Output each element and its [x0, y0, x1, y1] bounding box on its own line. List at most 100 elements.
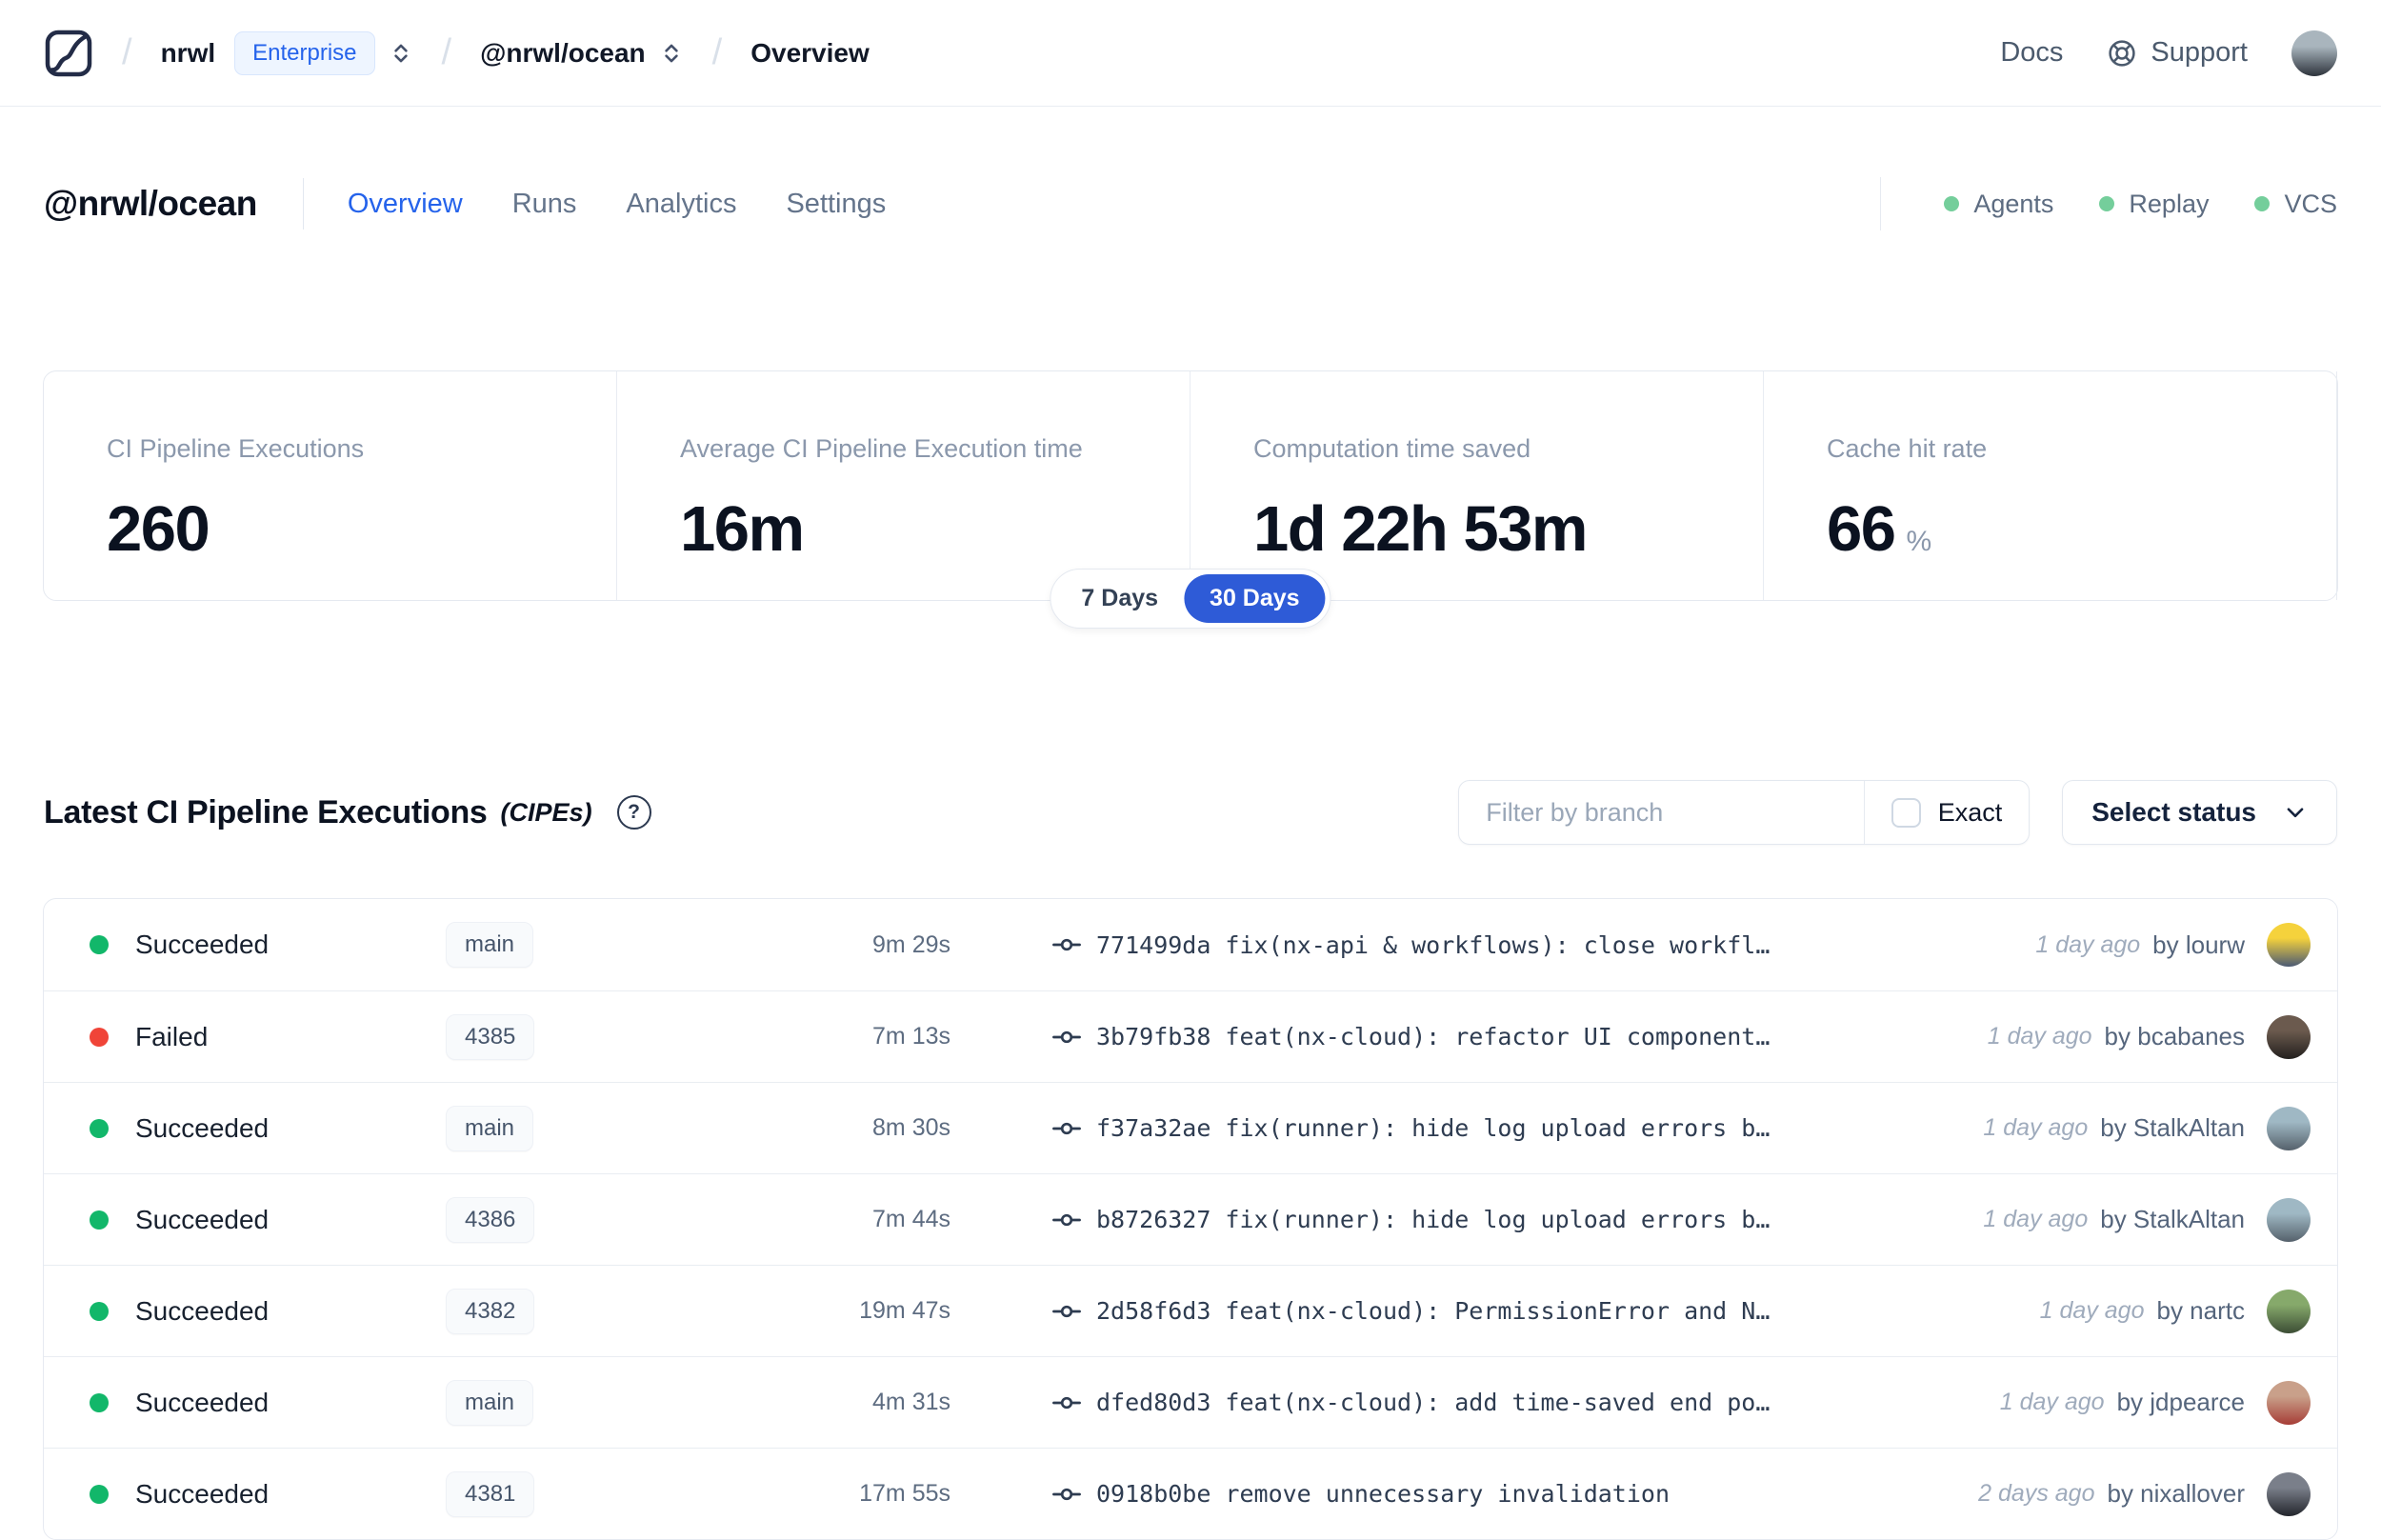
branch-cell: 4385: [425, 1013, 710, 1060]
author-avatar: [2267, 1471, 2311, 1516]
meta-cell: 1 day ago by lourw: [2035, 923, 2311, 967]
git-commit-icon: [1052, 1488, 1081, 1500]
branch-cell: 4382: [425, 1288, 710, 1334]
integration-status-list: Agents Replay VCS: [1944, 190, 2337, 219]
status-label: Succeeded: [135, 930, 270, 959]
cipe-row[interactable]: Failed 4385 7m 13s 3b79fb38 feat(nx-clou…: [44, 990, 2337, 1082]
commit-sha: 2d58f6d3: [1096, 1297, 1211, 1325]
author-avatar: [2267, 1106, 2311, 1150]
integration-label: Agents: [1973, 189, 2054, 218]
meta-cell: 1 day ago by bcabanes: [1988, 1014, 2311, 1059]
time-ago: 1 day ago: [2035, 930, 2141, 958]
help-icon[interactable]: ?: [616, 795, 651, 830]
commit-sha: 771499da: [1096, 930, 1211, 959]
branch-chip[interactable]: main: [446, 1105, 534, 1151]
docs-link[interactable]: Docs: [2000, 37, 2063, 69]
org-name[interactable]: nrwl: [161, 38, 216, 69]
range-7-days[interactable]: 7 Days: [1055, 574, 1184, 623]
stat-cards: CI Pipeline Executions 260 Average CI Pi…: [43, 370, 2338, 629]
integration-vcs[interactable]: VCS: [2254, 190, 2337, 219]
user-avatar[interactable]: [2291, 30, 2337, 76]
author-avatar: [2267, 1380, 2311, 1425]
workspace-title: @nrwl/ocean: [44, 184, 257, 223]
commit-message: remove unnecessary invalidation: [1225, 1480, 1671, 1508]
breadcrumb-separator: /: [441, 32, 452, 72]
commit-message: feat(nx-cloud): refactor UI component…: [1225, 1023, 1771, 1050]
cipe-row[interactable]: Succeeded main 9m 29s 771499da fix(nx-ap…: [44, 899, 2337, 990]
commit-message: fix(runner): hide log upload errors b…: [1225, 1114, 1771, 1142]
nx-logo[interactable]: [44, 29, 93, 78]
duration: 4m 31s: [872, 1389, 950, 1415]
stat-value: 260: [107, 493, 210, 565]
workspace-header-left: @nrwl/ocean Overview Runs Analytics Sett…: [44, 178, 886, 230]
stat-value: 66: [1827, 493, 1896, 565]
exact-checkbox[interactable]: [1891, 797, 1921, 828]
author: by nartc: [2156, 1296, 2246, 1325]
stat-card-computation-time-saved: Computation time saved 1d 22h 53m: [1190, 371, 1764, 600]
date-range-toggle: 7 Days 30 Days: [1050, 569, 1331, 629]
status-label: Failed: [135, 1021, 209, 1051]
status-select[interactable]: Select status: [2062, 780, 2337, 845]
breadcrumb-separator: /: [122, 32, 132, 72]
tab-analytics[interactable]: Analytics: [626, 189, 736, 220]
commit-sha: f37a32ae: [1096, 1114, 1211, 1142]
cipe-row[interactable]: Succeeded main 4m 31s dfed80d3 feat(nx-c…: [44, 1356, 2337, 1448]
integration-agents[interactable]: Agents: [1944, 190, 2053, 219]
section-title-suffix: (CIPEs): [500, 797, 592, 827]
tab-runs[interactable]: Runs: [512, 189, 577, 220]
cipe-row[interactable]: Succeeded 4381 17m 55s 0918b0be remove u…: [44, 1448, 2337, 1539]
git-commit-icon: [1052, 1213, 1081, 1226]
meta-cell: 2 days ago by nixallover: [1978, 1471, 2311, 1516]
tab-overview[interactable]: Overview: [348, 189, 463, 220]
commit-cell: 3b79fb38 feat(nx-cloud): refactor UI com…: [1051, 1022, 1950, 1052]
page-crumb: Overview: [750, 37, 870, 68]
cipe-controls: Exact Select status: [1458, 780, 2337, 845]
branch-cell: 4381: [425, 1470, 710, 1517]
duration: 17m 55s: [859, 1480, 950, 1507]
section-title: Latest CI Pipeline Executions: [44, 793, 488, 830]
cipe-row[interactable]: Succeeded 4382 19m 47s 2d58f6d3 feat(nx-…: [44, 1265, 2337, 1356]
time-ago: 2 days ago: [1978, 1480, 2095, 1507]
support-link[interactable]: Support: [2107, 37, 2248, 69]
workspace-name[interactable]: @nrwl/ocean: [480, 38, 646, 69]
duration: 7m 44s: [872, 1206, 950, 1232]
commit-cell: 771499da fix(nx-api & workflows): close …: [1051, 930, 1997, 960]
cipe-row[interactable]: Succeeded main 8m 30s f37a32ae fix(runne…: [44, 1082, 2337, 1173]
status-cell: Succeeded: [90, 1113, 425, 1144]
status-label: Succeeded: [135, 1204, 270, 1234]
branch-chip[interactable]: main: [446, 1379, 534, 1426]
status-cell: Succeeded: [90, 1388, 425, 1418]
branch-chip[interactable]: 4381: [446, 1470, 535, 1517]
commit-message: feat(nx-cloud): add time-saved end po…: [1225, 1389, 1771, 1416]
stat-label: Cache hit rate: [1827, 434, 1988, 463]
branch-chip[interactable]: main: [446, 922, 534, 968]
integration-replay[interactable]: Replay: [2099, 190, 2209, 219]
tab-settings[interactable]: Settings: [786, 189, 886, 220]
commit-cell: b8726327 fix(runner): hide log upload er…: [1051, 1205, 1945, 1235]
meta-cell: 1 day ago by StalkAltan: [1983, 1106, 2311, 1150]
branch-chip[interactable]: 4386: [446, 1196, 535, 1243]
org-unfold-icon[interactable]: [389, 41, 413, 66]
support-label: Support: [2151, 37, 2248, 68]
commit-cell: 2d58f6d3 feat(nx-cloud): PermissionError…: [1051, 1296, 2002, 1327]
status-cell: Succeeded: [90, 1296, 425, 1327]
exact-toggle: Exact: [1863, 781, 2030, 844]
branch-cell: main: [425, 1105, 710, 1151]
workspace-header: @nrwl/ocean Overview Runs Analytics Sett…: [0, 177, 2381, 230]
author: by StalkAltan: [2100, 1113, 2245, 1142]
status-dot: [90, 1484, 109, 1504]
duration: 19m 47s: [859, 1297, 950, 1324]
range-30-days[interactable]: 30 Days: [1184, 574, 1326, 623]
exact-label[interactable]: Exact: [1938, 798, 2003, 828]
divider: [1880, 177, 1882, 230]
branch-filter-input[interactable]: [1459, 781, 1864, 844]
commit-cell: dfed80d3 feat(nx-cloud): add time-saved …: [1051, 1388, 1962, 1418]
cipe-row[interactable]: Succeeded 4386 7m 44s b8726327 fix(runne…: [44, 1173, 2337, 1265]
time-ago: 1 day ago: [1999, 1389, 2105, 1415]
status-dot: [90, 1392, 109, 1412]
status-cell: Succeeded: [90, 930, 425, 960]
workspace-unfold-icon[interactable]: [659, 41, 684, 66]
branch-chip[interactable]: 4385: [446, 1013, 535, 1060]
workspace-tabs: Overview Runs Analytics Settings: [348, 189, 886, 220]
branch-chip[interactable]: 4382: [446, 1288, 535, 1334]
